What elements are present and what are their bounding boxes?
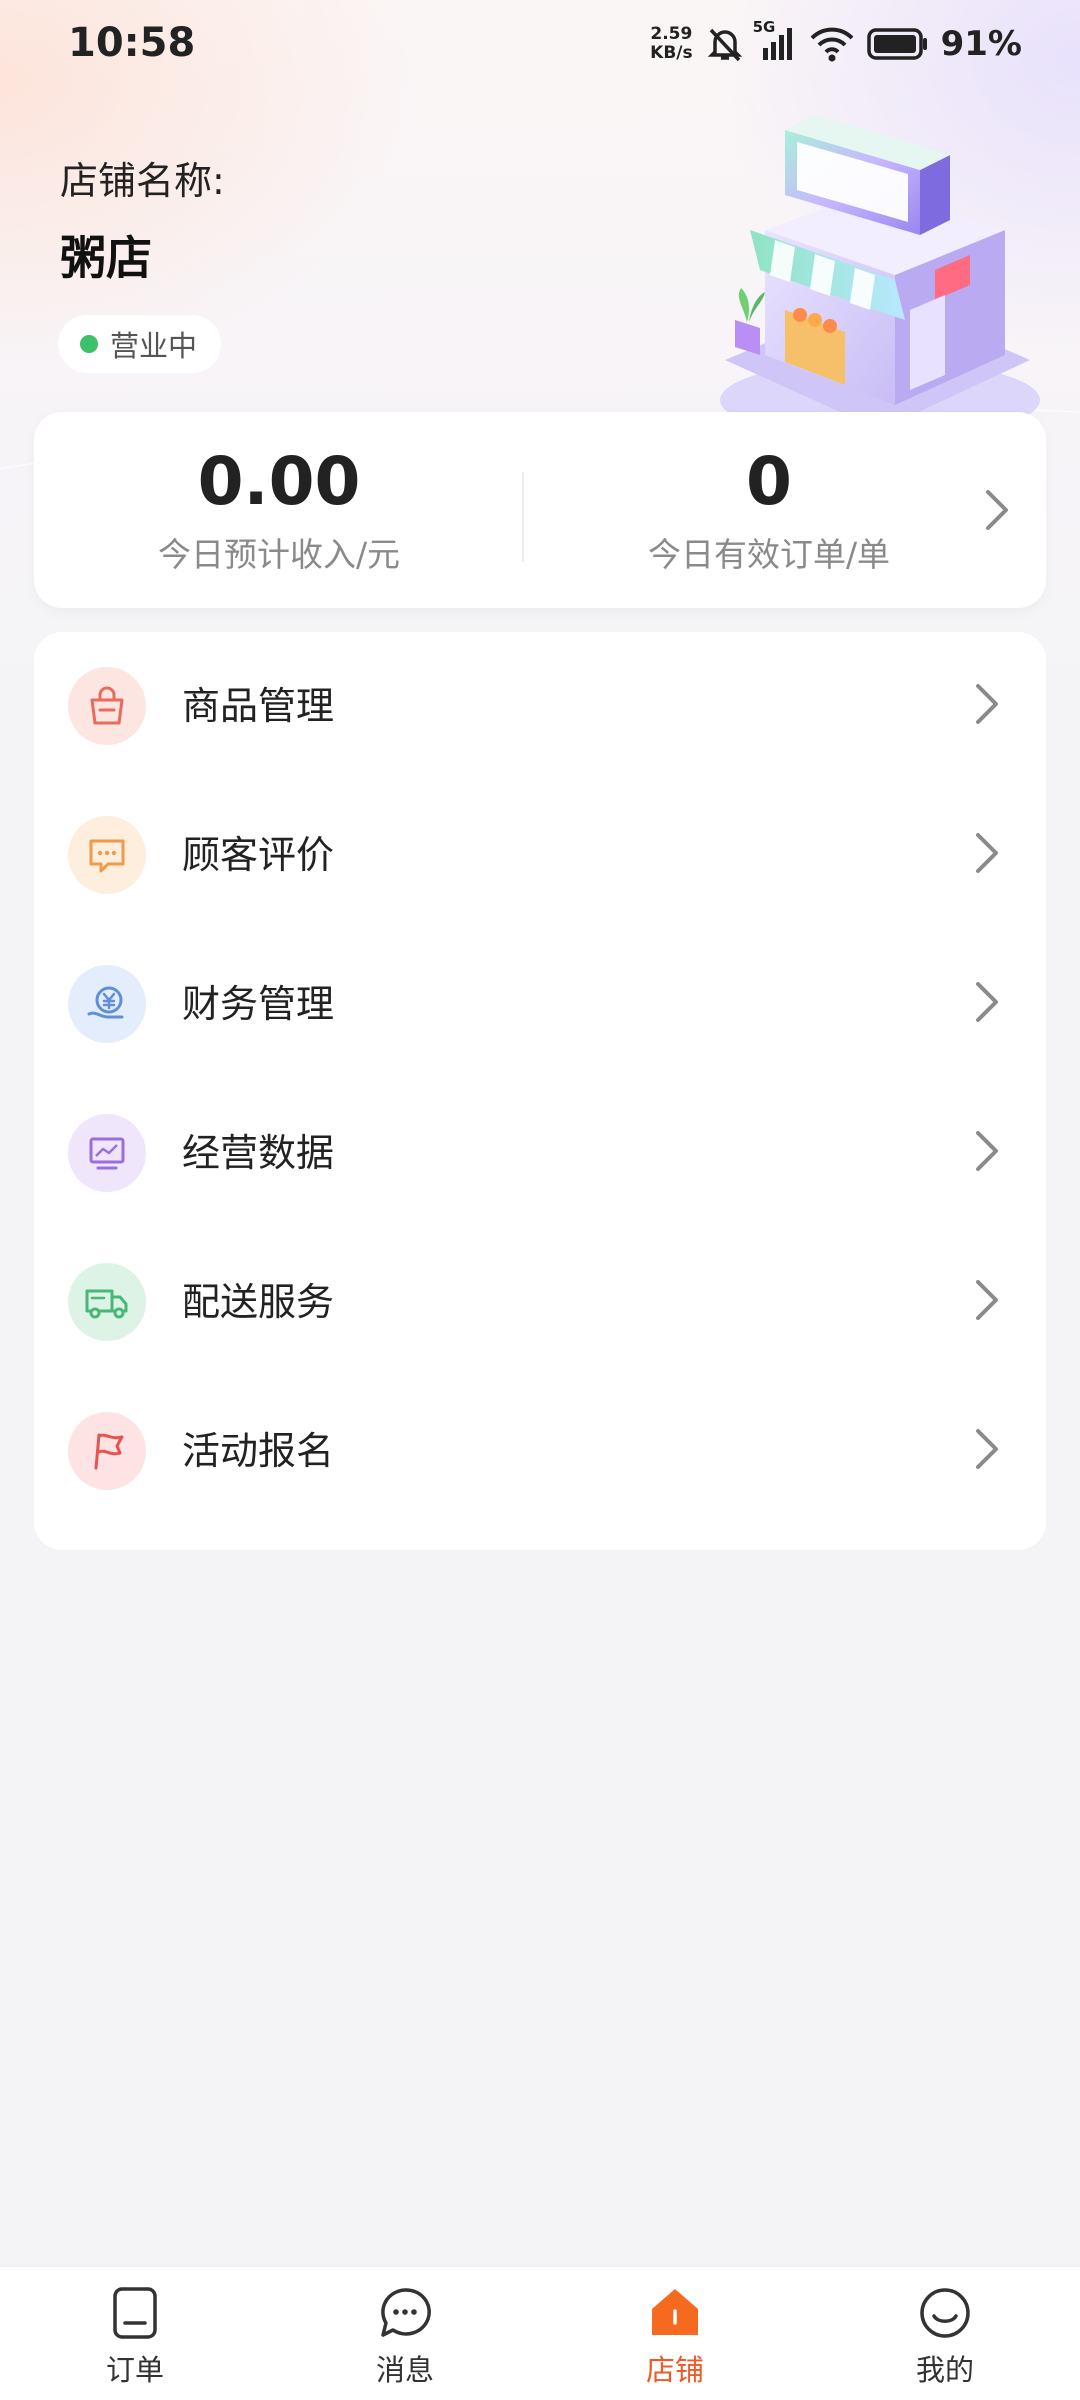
network-speed-unit: KB/s — [650, 43, 693, 63]
nav-label-messages: 消息 — [375, 2353, 434, 2387]
nav-label-store: 店铺 — [645, 2353, 704, 2387]
menu-item-label: 顾客评价 — [182, 833, 335, 877]
income-label: 今日预计收入/元 — [157, 535, 401, 574]
store-icon — [647, 2283, 703, 2343]
store-status-badge[interactable]: 营业中 — [58, 315, 222, 373]
nav-label-profile: 我的 — [915, 2353, 974, 2387]
delivery-truck-icon — [68, 1263, 146, 1341]
income-stat: 0.00 今日预计收入/元 — [34, 412, 524, 608]
mute-bell-icon — [705, 24, 745, 64]
network-speed-value: 2.59 — [650, 24, 693, 44]
menu-item-label: 经营数据 — [182, 1131, 335, 1175]
income-value: 0.00 — [197, 443, 361, 520]
bottom-nav: 订单 消息 店铺 我的 — [0, 2266, 1080, 2400]
menu-item-event-signup[interactable]: 活动报名 — [34, 1377, 1046, 1526]
orders-label: 今日有效订单/单 — [647, 535, 891, 574]
store-menu-card: 商品管理 顾客评价 财务管理 经营数据 配送服务 活动报名 — [34, 632, 1046, 1550]
status-dot-icon — [80, 335, 98, 353]
chevron-right-icon — [974, 831, 1000, 879]
status-icons: 2.59 KB/s 5G 91% — [650, 18, 1022, 66]
battery-icon — [866, 26, 929, 62]
store-name-label: 店铺名称: — [60, 159, 225, 203]
chevron-right-icon — [974, 1278, 1000, 1326]
menu-item-label: 配送服务 — [182, 1280, 335, 1324]
network-type: 5G — [752, 18, 776, 36]
menu-item-product-management[interactable]: 商品管理 — [34, 632, 1046, 781]
chevron-right-icon[interactable] — [984, 488, 1010, 536]
menu-item-finance-management[interactable]: 财务管理 — [34, 930, 1046, 1079]
menu-item-business-data[interactable]: 经营数据 — [34, 1079, 1046, 1228]
status-time: 10:58 — [68, 20, 196, 66]
nav-tab-messages[interactable]: 消息 — [270, 2267, 540, 2400]
network-speed: 2.59 KB/s — [650, 25, 692, 63]
wifi-icon — [809, 24, 855, 64]
profile-icon — [917, 2283, 973, 2343]
menu-item-customer-reviews[interactable]: 顾客评价 — [34, 781, 1046, 930]
chevron-right-icon — [974, 1129, 1000, 1177]
nav-label-orders: 订单 — [105, 2353, 164, 2387]
chevron-right-icon — [974, 980, 1000, 1028]
nav-tab-profile[interactable]: 我的 — [810, 2267, 1080, 2400]
shopping-bag-icon — [68, 667, 146, 745]
cellular-signal-icon: 5G — [753, 18, 797, 64]
finance-icon — [68, 965, 146, 1043]
order-icon — [110, 2283, 160, 2343]
message-icon — [377, 2283, 433, 2343]
orders-value: 0 — [746, 443, 792, 520]
chevron-right-icon — [974, 1427, 1000, 1475]
nav-tab-store[interactable]: 店铺 — [540, 2267, 810, 2400]
flag-icon — [68, 1412, 146, 1490]
today-stats-card[interactable]: 0.00 今日预计收入/元 0 今日有效订单/单 — [34, 412, 1046, 608]
data-monitor-icon — [68, 1114, 146, 1192]
nav-tab-orders[interactable]: 订单 — [0, 2267, 270, 2400]
status-bar: 10:58 2.59 KB/s 5G 91% — [0, 0, 1080, 90]
menu-item-delivery-service[interactable]: 配送服务 — [34, 1228, 1046, 1377]
menu-item-label: 活动报名 — [182, 1429, 335, 1473]
store-name: 粥店 — [60, 231, 152, 285]
menu-item-label: 财务管理 — [182, 982, 335, 1026]
chevron-right-icon — [974, 682, 1000, 730]
comment-icon — [68, 816, 146, 894]
store-status-text: 营业中 — [110, 329, 198, 363]
menu-item-label: 商品管理 — [182, 684, 335, 728]
battery-percentage: 91% — [940, 24, 1022, 64]
store-illustration — [705, 110, 1045, 450]
orders-stat: 0 今日有效订单/单 — [524, 412, 1014, 608]
